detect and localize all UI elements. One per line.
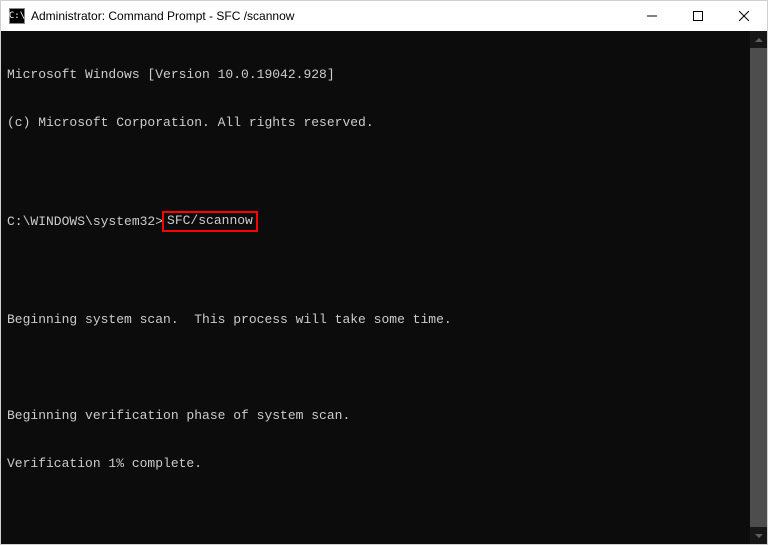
window-title: Administrator: Command Prompt - SFC /sca… [31, 9, 629, 23]
scrollbar-up-button[interactable] [750, 31, 767, 48]
console-line-progress: Verification 1% complete. [7, 456, 744, 472]
command-text: SFC/scannow [167, 213, 253, 228]
app-icon-text: C:\ [9, 11, 25, 21]
titlebar[interactable]: C:\ Administrator: Command Prompt - SFC … [1, 1, 767, 31]
blank-line [7, 264, 744, 280]
chevron-up-icon [755, 38, 763, 42]
command-prompt-window: C:\ Administrator: Command Prompt - SFC … [0, 0, 768, 545]
maximize-icon [693, 11, 703, 21]
scrollbar-track[interactable] [750, 48, 767, 527]
window-controls [629, 1, 767, 31]
app-icon: C:\ [9, 8, 25, 24]
console-prompt: C:\WINDOWS\system32> [7, 214, 163, 230]
close-button[interactable] [721, 1, 767, 31]
console-content[interactable]: Microsoft Windows [Version 10.0.19042.92… [1, 31, 750, 544]
console-line-copyright: (c) Microsoft Corporation. All rights re… [7, 115, 744, 131]
minimize-icon [647, 11, 657, 21]
console-line-version: Microsoft Windows [Version 10.0.19042.92… [7, 67, 744, 83]
console-area: Microsoft Windows [Version 10.0.19042.92… [1, 31, 767, 544]
prompt-line: C:\WINDOWS\system32> SFC/scannow [7, 211, 744, 232]
console-line-scan-begin: Beginning system scan. This process will… [7, 312, 744, 328]
console-line-verification: Beginning verification phase of system s… [7, 408, 744, 424]
vertical-scrollbar[interactable] [750, 31, 767, 544]
maximize-button[interactable] [675, 1, 721, 31]
scrollbar-thumb[interactable] [750, 48, 767, 527]
blank-line [7, 163, 744, 179]
close-icon [739, 11, 749, 21]
blank-line [7, 360, 744, 376]
command-highlight: SFC/scannow [162, 211, 258, 232]
minimize-button[interactable] [629, 1, 675, 31]
scrollbar-down-button[interactable] [750, 527, 767, 544]
chevron-down-icon [755, 534, 763, 538]
